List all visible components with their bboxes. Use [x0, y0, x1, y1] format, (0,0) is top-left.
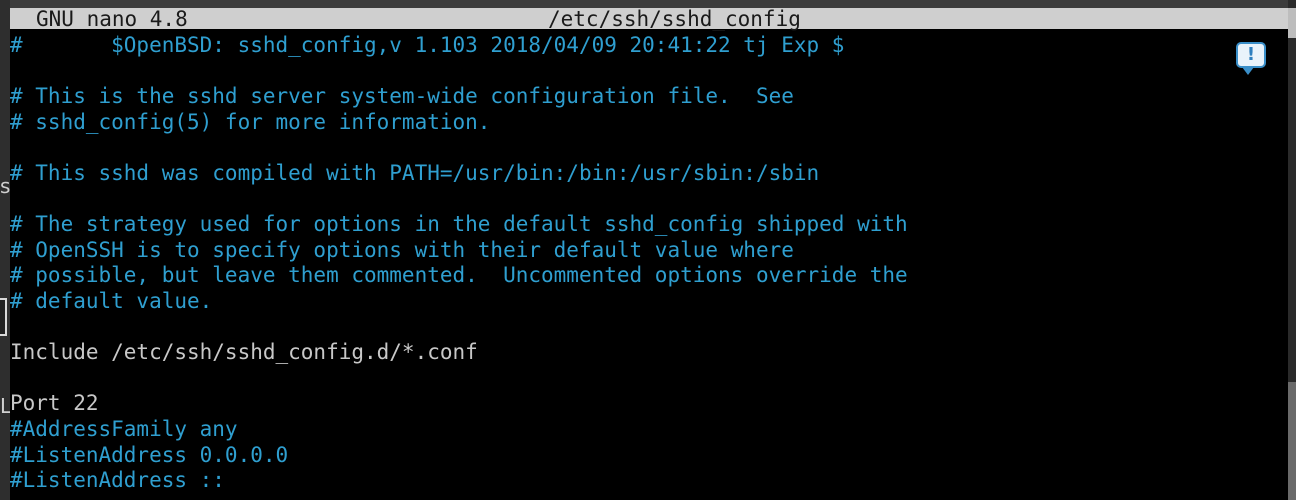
config-comment-line[interactable]: #ListenAddress 0.0.0.0	[10, 443, 1288, 469]
config-comment-line[interactable]: # sshd_config(5) for more information.	[10, 110, 1288, 136]
config-comment-line[interactable]: # $OpenBSD: sshd_config,v 1.103 2018/04/…	[10, 33, 1288, 59]
config-comment-line[interactable]: # default value.	[10, 289, 1288, 315]
config-line[interactable]: Include /etc/ssh/sshd_config.d/*.conf	[10, 340, 1288, 366]
config-line[interactable]: Port 22	[10, 391, 1288, 417]
desktop-text-fragment: s	[0, 174, 11, 198]
config-line[interactable]	[10, 187, 1288, 213]
desktop-right-strip	[1288, 0, 1296, 500]
config-comment-line[interactable]: # This sshd was compiled with PATH=/usr/…	[10, 161, 1288, 187]
config-line[interactable]	[10, 135, 1288, 161]
config-comment-line[interactable]: #AddressFamily any	[10, 417, 1288, 443]
file-name: /etc/ssh/sshd_config	[548, 7, 801, 31]
notification-glyph: !	[1246, 44, 1256, 65]
scrollbar[interactable]	[1288, 382, 1296, 500]
terminal-window[interactable]: GNU nano 4.8 /etc/ssh/sshd_config # $Ope…	[10, 8, 1288, 500]
config-comment-line[interactable]: # OpenSSH is to specify options with the…	[10, 238, 1288, 264]
config-line[interactable]	[10, 315, 1288, 341]
desktop-left-strip: s L	[0, 0, 11, 500]
window-edge	[1288, 8, 1296, 38]
nano-title-bar: GNU nano 4.8 /etc/ssh/sshd_config	[10, 7, 1288, 31]
notification-icon[interactable]: !	[1236, 42, 1266, 75]
config-comment-line[interactable]: # This is the sshd server system-wide co…	[10, 84, 1288, 110]
config-line[interactable]	[10, 366, 1288, 392]
editor-buffer[interactable]: # $OpenBSD: sshd_config,v 1.103 2018/04/…	[10, 33, 1288, 494]
editor-version: GNU nano 4.8	[36, 7, 188, 31]
config-comment-line[interactable]: # possible, but leave them commented. Un…	[10, 263, 1288, 289]
config-comment-line[interactable]: #ListenAddress ::	[10, 468, 1288, 494]
desktop-window-edge	[0, 298, 7, 336]
config-comment-line[interactable]: # The strategy used for options in the d…	[10, 212, 1288, 238]
config-line[interactable]	[10, 59, 1288, 85]
